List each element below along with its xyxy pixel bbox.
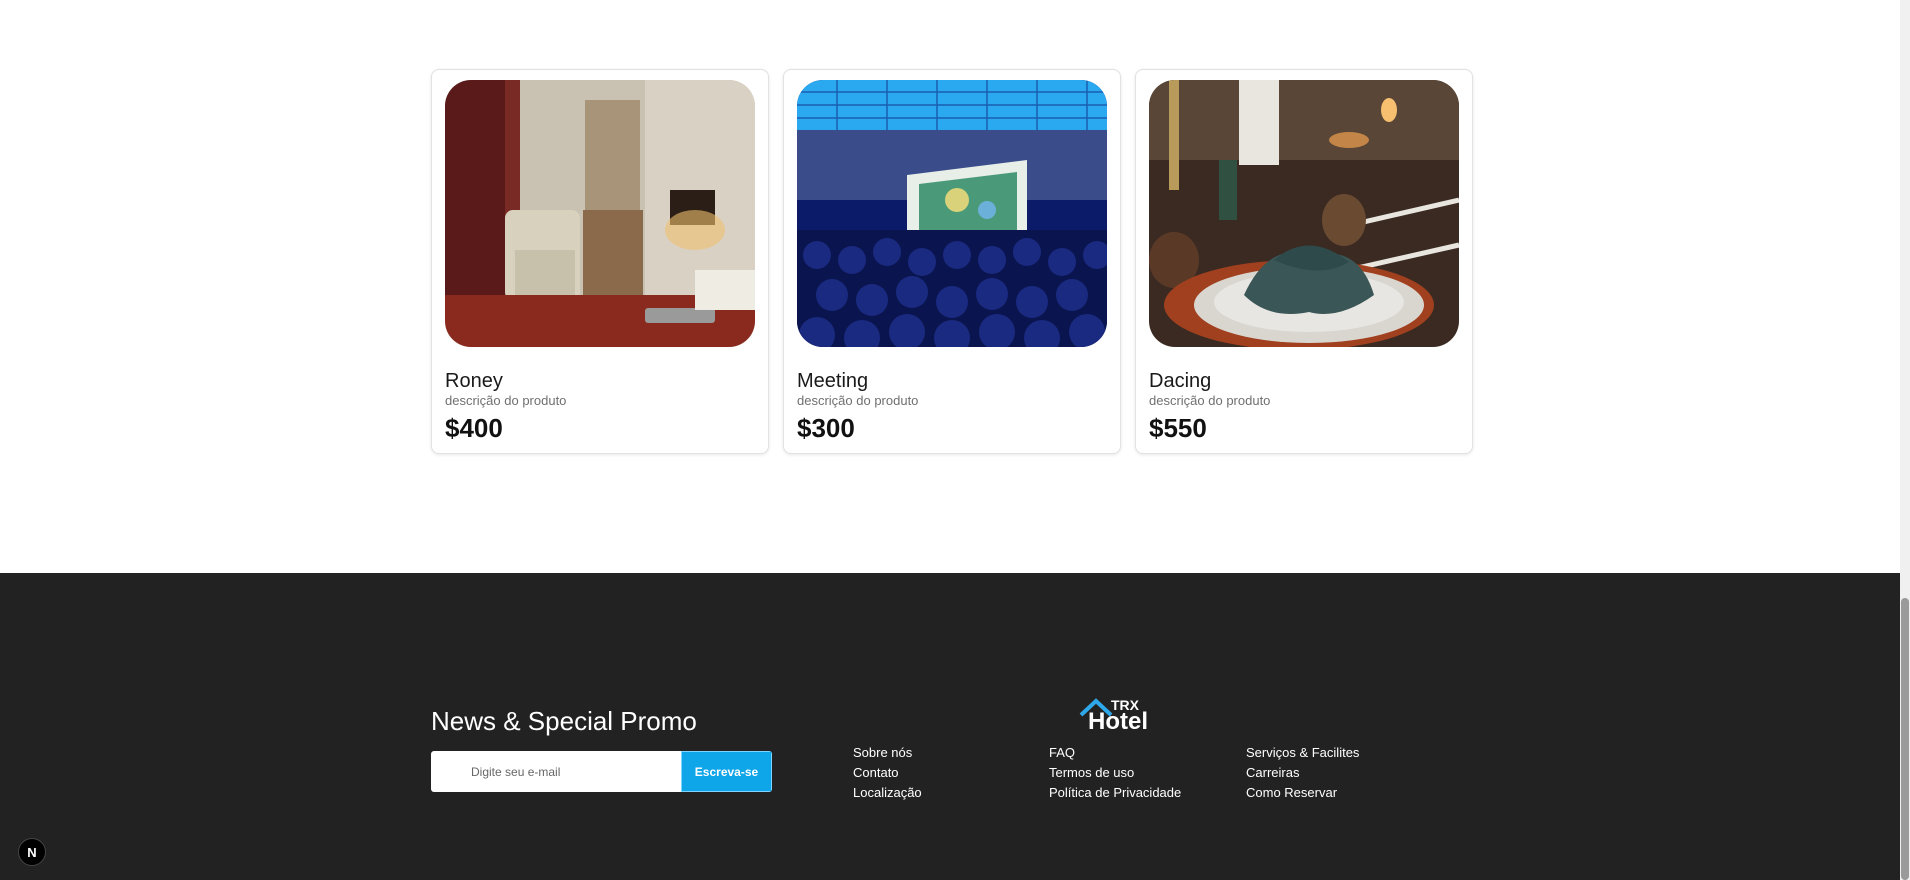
footer-link[interactable]: FAQ xyxy=(1049,743,1181,763)
card-description: descrição do produto xyxy=(445,393,567,408)
logo-brand-big: Hotel xyxy=(1088,708,1148,735)
footer-links-help: FAQ Termos de uso Política de Privacidad… xyxy=(1049,743,1181,803)
promo-title: News & Special Promo xyxy=(431,706,697,736)
site-footer: News & Special Promo Escreva-se TRX Hote… xyxy=(0,573,1900,880)
product-card-roney[interactable]: Roney descrição do produto $400 xyxy=(431,69,769,454)
product-card-meeting[interactable]: Meeting descrição do produto $300 xyxy=(783,69,1121,454)
card-description: descrição do produto xyxy=(1149,393,1271,408)
footer-link[interactable]: Termos de uso xyxy=(1049,763,1181,783)
scrollbar-thumb[interactable] xyxy=(1901,598,1909,880)
footer-link[interactable]: Localização xyxy=(853,783,922,803)
footer-link[interactable]: Como Reservar xyxy=(1246,783,1359,803)
card-title: Dacing xyxy=(1149,370,1212,392)
hotel-logo[interactable]: TRX Hotel xyxy=(1078,695,1158,735)
footer-link[interactable]: Contato xyxy=(853,763,922,783)
page-scrollbar[interactable] xyxy=(1900,0,1910,880)
card-price: $400 xyxy=(445,413,503,443)
card-price: $300 xyxy=(797,413,855,443)
card-title: Roney xyxy=(445,370,503,392)
card-price: $550 xyxy=(1149,413,1207,443)
footer-link[interactable]: Política de Privacidade xyxy=(1049,783,1181,803)
footer-link[interactable]: Sobre nós xyxy=(853,743,922,763)
newsletter-form: Escreva-se xyxy=(431,751,772,792)
product-cards: Roney descrição do produto $400 Meeting … xyxy=(431,69,1473,454)
dev-tools-badge[interactable]: N xyxy=(18,838,46,866)
email-input[interactable] xyxy=(431,751,681,792)
footer-link[interactable]: Carreiras xyxy=(1246,763,1359,783)
product-card-dacing[interactable]: Dacing descrição do produto $550 xyxy=(1135,69,1473,454)
footer-links-services: Serviços & Facilites Carreiras Como Rese… xyxy=(1246,743,1359,803)
dinner-table-image xyxy=(1149,80,1459,347)
card-title: Meeting xyxy=(797,370,869,392)
subscribe-button[interactable]: Escreva-se xyxy=(681,751,772,792)
conference-image xyxy=(797,80,1107,347)
footer-links-about: Sobre nós Contato Localização xyxy=(853,743,922,803)
card-description: descrição do produto xyxy=(797,393,919,408)
hotel-room-image xyxy=(445,80,755,347)
footer-link[interactable]: Serviços & Facilites xyxy=(1246,743,1359,763)
